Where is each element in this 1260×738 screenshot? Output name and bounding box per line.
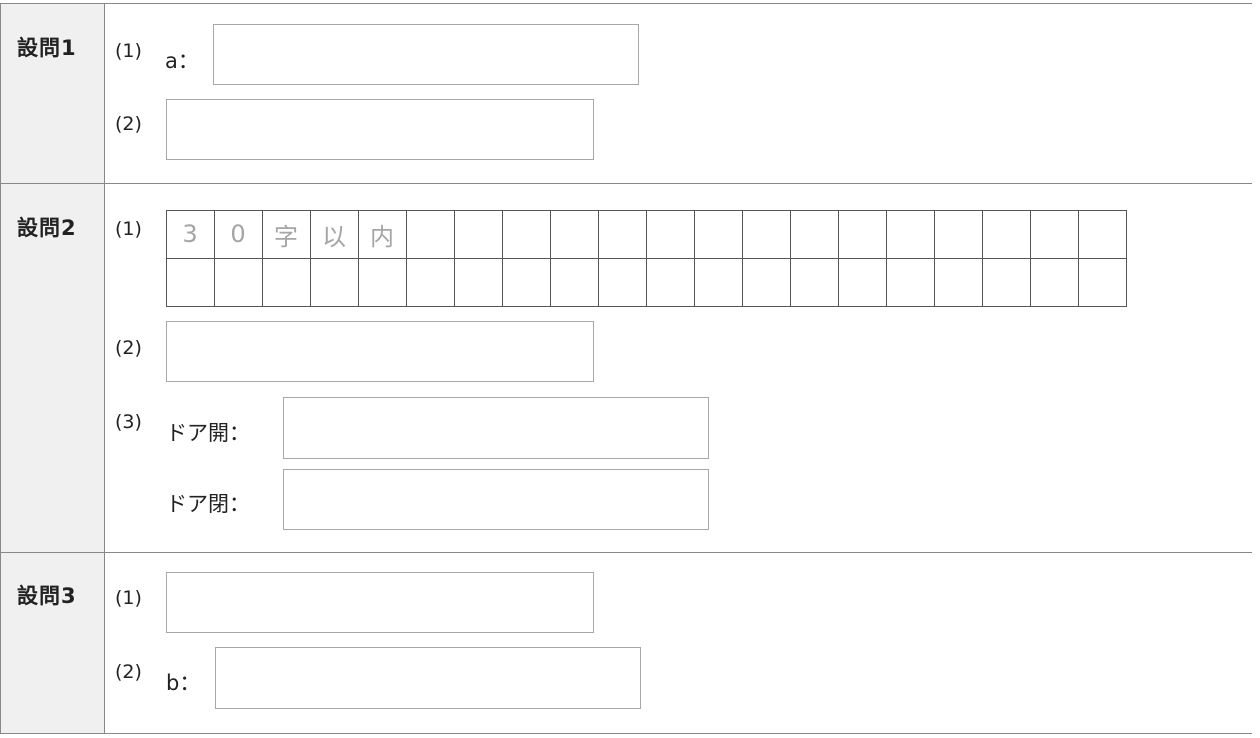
question-1-cell [1, 4, 105, 183]
q1-part2-number: (2) [115, 113, 142, 135]
left-border [0, 3, 1, 734]
q1-a-answer-field[interactable] [213, 24, 639, 85]
question-2-label: 設問2 [17, 216, 77, 240]
grid-hint-char: 0 [230, 220, 246, 248]
door-close-label: ドア閉： [166, 492, 250, 516]
question-1-label: 設問1 [17, 36, 77, 60]
q2-part1-number: (1) [115, 218, 142, 240]
row-divider-1 [0, 183, 1252, 184]
q1-part1-number: (1) [115, 40, 142, 62]
door-close-answer-field[interactable] [283, 469, 709, 530]
q3-part1-answer-field[interactable] [166, 572, 594, 633]
q3-part1-number: (1) [115, 587, 142, 609]
grid-hint-char: 字 [274, 222, 298, 251]
q2-part3-number: (3) [115, 411, 142, 433]
bottom-border [0, 733, 1252, 734]
grid-hint-char: 3 [182, 220, 198, 248]
door-open-label: ドア開： [166, 421, 250, 445]
q1-part2-answer-field[interactable] [166, 99, 594, 160]
q2-part2-number: (2) [115, 337, 142, 359]
row-divider-2 [0, 552, 1252, 553]
grid-hint-char: 以 [322, 222, 346, 251]
grid-hint-char: 内 [370, 222, 394, 251]
q1-part1-prefix: a： [165, 49, 199, 73]
door-open-answer-field[interactable] [283, 397, 709, 459]
question-3-label: 設問3 [17, 584, 77, 608]
q3-part2-number: (2) [115, 661, 142, 683]
q2-part2-answer-field[interactable] [166, 321, 594, 382]
q3-part2-prefix: b： [166, 671, 201, 695]
q3-b-answer-field[interactable] [215, 647, 641, 709]
top-border [0, 3, 1252, 4]
label-column-divider [104, 3, 105, 734]
